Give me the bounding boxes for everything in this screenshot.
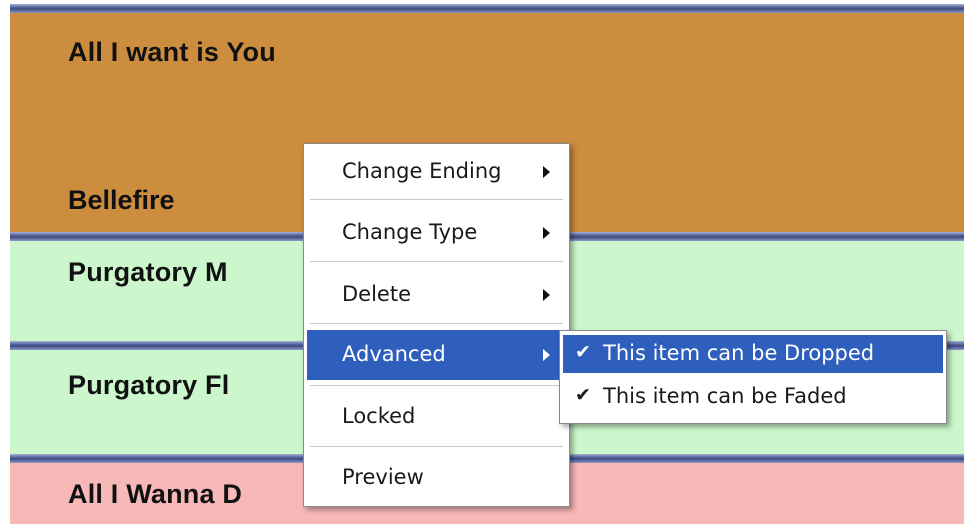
menu-item-preview[interactable]: Preview [307, 453, 566, 503]
menu-item-label: Advanced [342, 342, 446, 366]
menu-item-change-ending[interactable]: Change Ending [307, 147, 566, 197]
menu-item-label: Preview [342, 465, 424, 489]
menu-item-delete[interactable]: Delete [307, 270, 566, 320]
menu-item-label: Locked [342, 404, 416, 428]
menu-divider [310, 385, 563, 386]
menu-item-label: Change Ending [342, 159, 502, 183]
advanced-submenu: ✔ This item can be Dropped ✔ This item c… [559, 330, 947, 424]
menu-item-advanced[interactable]: Advanced [307, 330, 566, 380]
playlist-window: All I want is You Bellefire Purgatory M … [0, 0, 964, 524]
submenu-item-can-be-dropped[interactable]: ✔ This item can be Dropped [563, 335, 943, 373]
submenu-arrow-icon [543, 227, 550, 239]
context-menu: Change Ending Change Type Delete Advance… [303, 143, 570, 507]
menu-divider [310, 323, 563, 324]
playlist-item-title: Purgatory Fl [68, 370, 230, 400]
menu-item-label: Change Type [342, 220, 478, 244]
submenu-item-can-be-faded[interactable]: ✔ This item can be Faded [563, 378, 943, 416]
playlist-item-title: All I want is You [68, 37, 276, 67]
playlist-item-title: All I Wanna D [68, 479, 243, 509]
playlist-item-title: Purgatory M [68, 257, 228, 287]
submenu-arrow-icon [543, 349, 550, 361]
menu-item-locked[interactable]: Locked [307, 392, 566, 442]
menu-divider [310, 199, 563, 200]
menu-divider [310, 261, 563, 262]
submenu-item-label: This item can be Dropped [603, 341, 875, 365]
submenu-arrow-icon [543, 166, 550, 178]
checkmark-icon: ✔ [575, 341, 591, 363]
checkmark-icon: ✔ [575, 384, 591, 406]
menu-item-label: Delete [342, 282, 411, 306]
menu-item-change-type[interactable]: Change Type [307, 208, 566, 258]
row-separator [10, 4, 964, 13]
submenu-item-label: This item can be Faded [603, 384, 847, 408]
menu-divider [310, 446, 563, 447]
submenu-arrow-icon [543, 289, 550, 301]
playlist-item-artist: Bellefire [68, 185, 175, 215]
